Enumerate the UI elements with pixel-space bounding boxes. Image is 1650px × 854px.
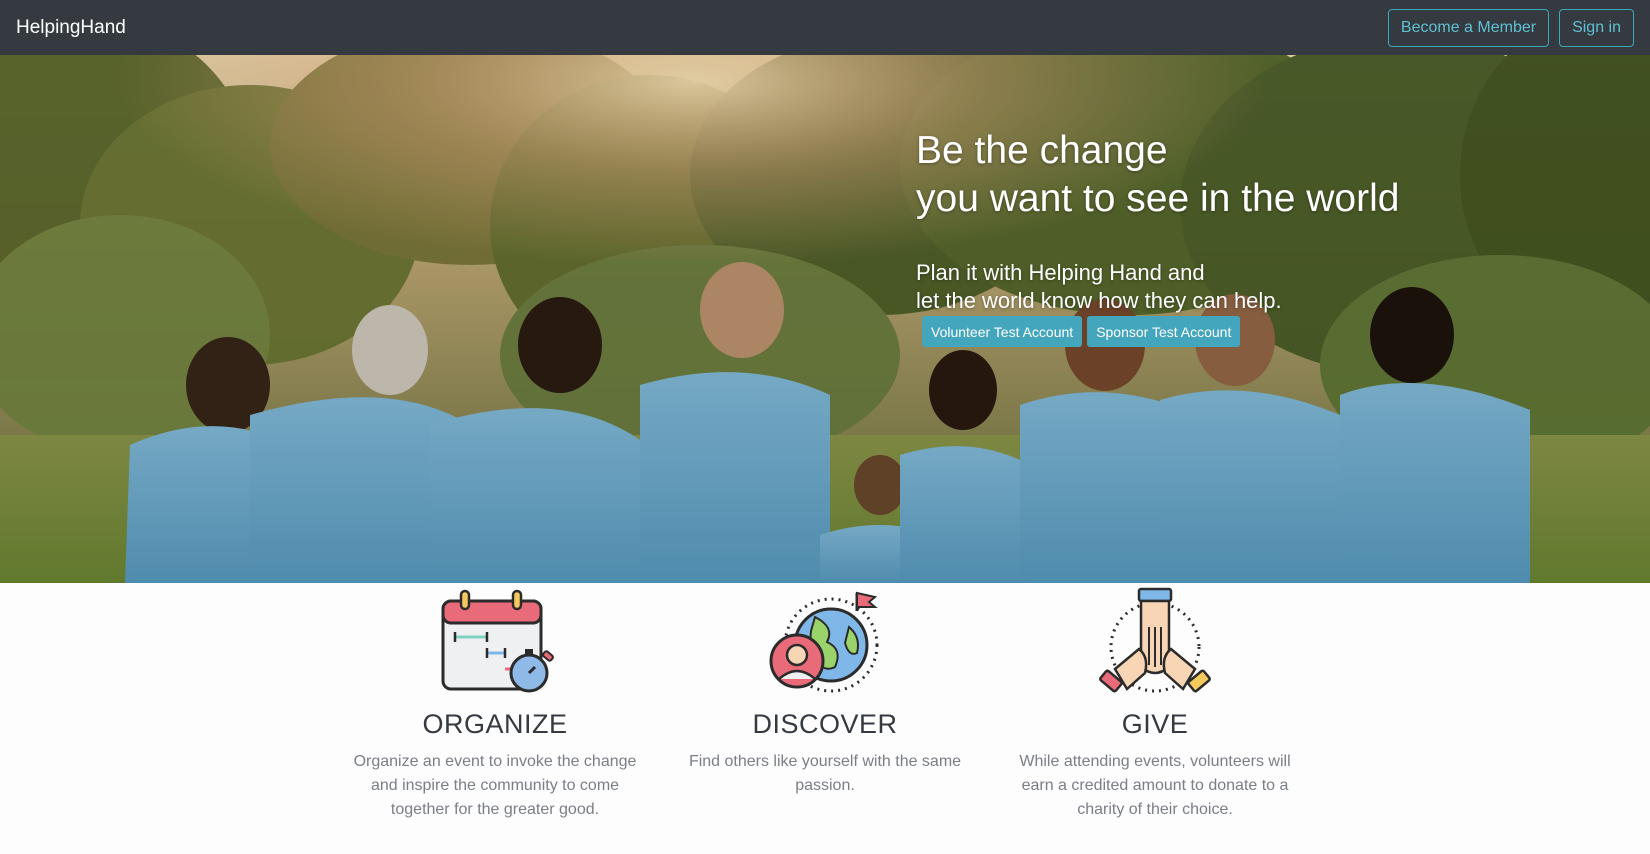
globe-person-flag-icon xyxy=(675,583,975,703)
feature-discover-desc-line: Find others like yourself with the same xyxy=(688,753,962,770)
calendar-stopwatch-icon xyxy=(345,583,645,703)
hero-headline: Be the change you want to see in the wor… xyxy=(916,127,1399,223)
hero-section: Be the change you want to see in the wor… xyxy=(0,55,1650,583)
hero-headline-line-2: you want to see in the world xyxy=(916,177,1400,220)
hero-buttons: Volunteer Test Account Sponsor Test Acco… xyxy=(922,316,1241,347)
brand-logo-link[interactable]: HelpingHand xyxy=(16,17,126,39)
hero-text-block: Be the change you want to see in the wor… xyxy=(916,127,1399,315)
feature-organize-description: Organize an event to invoke the change a… xyxy=(345,750,645,822)
features-section: ORGANIZE Organize an event to invoke the… xyxy=(0,583,1650,854)
feature-give-desc-line: earn a credited amount to donate to a xyxy=(1021,777,1289,794)
feature-give: GIVE While attending events, volunteers … xyxy=(1005,583,1305,822)
navbar-actions: Become a Member Sign in xyxy=(1387,8,1634,47)
hero-subline-line-2: let the world know how they can help. xyxy=(916,288,1282,313)
hero-subline-line-1: Plan it with Helping Hand and xyxy=(916,260,1205,285)
feature-organize: ORGANIZE Organize an event to invoke the… xyxy=(345,583,645,822)
feature-organize-desc-line: and inspire the community to come xyxy=(370,777,620,794)
feature-give-desc-line: charity of their choice. xyxy=(1077,801,1233,818)
feature-organize-desc-line: together for the greater good. xyxy=(390,801,600,818)
feature-give-description: While attending events, volunteers will … xyxy=(1005,750,1305,822)
hero-headline-line-1: Be the change xyxy=(916,129,1168,172)
feature-discover-title: DISCOVER xyxy=(752,709,898,739)
sponsor-test-account-button[interactable]: Sponsor Test Account xyxy=(1087,316,1241,347)
hero-subline: Plan it with Helping Hand and let the wo… xyxy=(916,259,1399,315)
volunteer-test-account-button[interactable]: Volunteer Test Account xyxy=(922,316,1083,347)
feature-discover: DISCOVER Find others like yourself with … xyxy=(675,583,975,798)
feature-discover-description: Find others like yourself with the same … xyxy=(675,750,975,798)
top-navbar: HelpingHand Become a Member Sign in xyxy=(0,0,1650,55)
feature-organize-desc-line: Organize an event to invoke the change xyxy=(353,753,637,770)
feature-organize-title: ORGANIZE xyxy=(422,709,568,739)
feature-give-title: GIVE xyxy=(1121,709,1189,739)
feature-discover-desc-line: passion. xyxy=(795,777,855,794)
become-member-button[interactable]: Become a Member xyxy=(1387,8,1550,47)
feature-give-desc-line: While attending events, volunteers will xyxy=(1019,753,1291,770)
sign-in-button[interactable]: Sign in xyxy=(1559,8,1634,47)
stacked-hands-icon xyxy=(1005,583,1305,703)
hero-background-image xyxy=(0,55,1650,583)
